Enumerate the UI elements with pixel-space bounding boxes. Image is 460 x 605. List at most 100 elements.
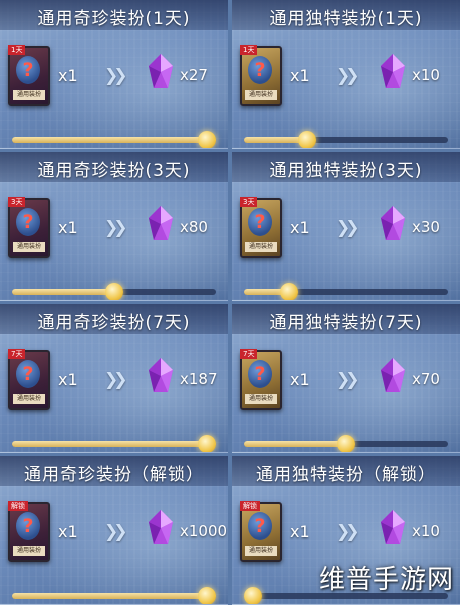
exchange-panel: 通用奇珍装扮(3天) 3天 ? 通用装扮 x1 ❯❯ x80	[0, 152, 228, 301]
crystal-reward-amount: x187	[180, 370, 218, 388]
purple-crystal-icon	[149, 510, 173, 544]
card-quantity: x1	[58, 66, 78, 85]
card-duration-tag: 7天	[240, 349, 258, 359]
quantity-slider[interactable]	[244, 435, 448, 452]
card-duration-tag: 3天	[8, 197, 26, 207]
slider-knob[interactable]	[298, 131, 317, 148]
slider-fill	[12, 441, 216, 447]
double-chevron-right-icon: ❯❯	[336, 66, 359, 86]
double-chevron-right-icon: ❯❯	[104, 522, 127, 542]
purple-crystal-icon	[381, 358, 405, 392]
question-mark-icon: ?	[248, 208, 272, 236]
card-label: 通用装扮	[245, 546, 277, 556]
quantity-slider[interactable]	[12, 587, 216, 604]
slider-knob[interactable]	[105, 283, 123, 300]
crystal-reward-amount: x10	[412, 522, 440, 540]
slider-knob[interactable]	[198, 587, 216, 604]
card-quantity: x1	[58, 370, 78, 389]
card-duration-tag: 7天	[8, 349, 26, 359]
panel-title: 通用独特装扮(7天)	[269, 313, 423, 333]
slider-fill	[12, 289, 114, 295]
purple-crystal-icon	[149, 358, 173, 392]
question-mark-icon: ?	[16, 512, 40, 540]
question-mark-icon: ?	[248, 360, 272, 388]
quantity-slider[interactable]	[244, 283, 448, 300]
slider-knob[interactable]	[279, 283, 298, 300]
card-quantity: x1	[290, 218, 310, 237]
site-watermark: 维普手游网	[318, 565, 454, 595]
slider-knob[interactable]	[198, 131, 216, 148]
panel-title-bar: 通用奇珍装扮（解锁）	[0, 456, 228, 486]
card-duration-tag: 解锁	[240, 501, 260, 511]
quantity-slider[interactable]	[12, 283, 216, 300]
quantity-slider[interactable]	[12, 435, 216, 452]
panel-title: 通用奇珍装扮（解锁）	[24, 465, 204, 485]
card-duration-tag: 3天	[240, 197, 258, 207]
panel-title: 通用独特装扮(3天)	[269, 161, 423, 181]
mystery-card-icon: 3天 ? 通用装扮	[240, 197, 282, 258]
mystery-card-icon: 3天 ? 通用装扮	[8, 197, 50, 258]
panel-title-bar: 通用独特装扮（解锁）	[232, 456, 460, 486]
slider-knob[interactable]	[198, 435, 216, 452]
card-quantity: x1	[58, 218, 78, 237]
exchange-panel: 通用独特装扮(7天) 7天 ? 通用装扮 x1 ❯❯ x70	[232, 304, 460, 453]
slider-fill	[12, 593, 216, 599]
double-chevron-right-icon: ❯❯	[104, 218, 127, 238]
slider-fill	[12, 137, 216, 143]
crystal-reward-amount: x70	[412, 370, 440, 388]
panel-title: 通用奇珍装扮(1天)	[37, 9, 191, 29]
card-label: 通用装扮	[13, 394, 45, 404]
panel-title-bar: 通用独特装扮(7天)	[232, 304, 460, 334]
mystery-card-icon: 7天 ? 通用装扮	[8, 349, 50, 410]
question-mark-icon: ?	[16, 208, 40, 236]
double-chevron-right-icon: ❯❯	[336, 370, 359, 390]
question-mark-icon: ?	[16, 360, 40, 388]
mystery-card-icon: 1天 ? 通用装扮	[8, 45, 50, 106]
card-quantity: x1	[58, 522, 78, 541]
card-label: 通用装扮	[245, 242, 277, 252]
panel-title-bar: 通用独特装扮(1天)	[232, 0, 460, 30]
card-label: 通用装扮	[13, 242, 45, 252]
double-chevron-right-icon: ❯❯	[336, 522, 359, 542]
crystal-reward-amount: x80	[180, 218, 208, 236]
question-mark-icon: ?	[248, 56, 272, 84]
mystery-card-icon: 解锁 ? 通用装扮	[240, 501, 282, 562]
quantity-slider[interactable]	[244, 131, 448, 148]
panel-title-bar: 通用奇珍装扮(3天)	[0, 152, 228, 182]
exchange-grid: 通用奇珍装扮(1天) 1天 ? 通用装扮 x1 ❯❯ x27 通用独特装扮(1天…	[0, 0, 460, 605]
card-duration-tag: 1天	[8, 45, 26, 55]
mystery-card-icon: 7天 ? 通用装扮	[240, 349, 282, 410]
exchange-panel: 通用奇珍装扮（解锁） 解锁 ? 通用装扮 x1 ❯❯ x1000	[0, 456, 228, 605]
double-chevron-right-icon: ❯❯	[104, 66, 127, 86]
panel-title-bar: 通用奇珍装扮(1天)	[0, 0, 228, 30]
purple-crystal-icon	[149, 54, 173, 88]
panel-title: 通用独特装扮（解锁）	[256, 465, 436, 485]
panel-title: 通用奇珍装扮(3天)	[37, 161, 191, 181]
exchange-panel: 通用独特装扮(1天) 1天 ? 通用装扮 x1 ❯❯ x10	[232, 0, 460, 149]
exchange-panel: 通用奇珍装扮(7天) 7天 ? 通用装扮 x1 ❯❯ x187	[0, 304, 228, 453]
mystery-card-icon: 解锁 ? 通用装扮	[8, 501, 50, 562]
slider-fill	[244, 441, 346, 447]
card-quantity: x1	[290, 370, 310, 389]
exchange-panel: 通用独特装扮(3天) 3天 ? 通用装扮 x1 ❯❯ x30	[232, 152, 460, 301]
double-chevron-right-icon: ❯❯	[104, 370, 127, 390]
purple-crystal-icon	[381, 54, 405, 88]
panel-title: 通用独特装扮(1天)	[269, 9, 423, 29]
panel-title-bar: 通用奇珍装扮(7天)	[0, 304, 228, 334]
crystal-reward-amount: x10	[412, 66, 440, 84]
purple-crystal-icon	[381, 510, 405, 544]
panel-title-bar: 通用独特装扮(3天)	[232, 152, 460, 182]
card-quantity: x1	[290, 522, 310, 541]
mystery-card-icon: 1天 ? 通用装扮	[240, 45, 282, 106]
quantity-slider[interactable]	[12, 131, 216, 148]
slider-knob[interactable]	[244, 587, 262, 604]
card-label: 通用装扮	[13, 90, 45, 100]
card-label: 通用装扮	[245, 90, 277, 100]
crystal-reward-amount: x1000	[180, 522, 228, 540]
card-duration-tag: 1天	[240, 45, 258, 55]
question-mark-icon: ?	[248, 512, 272, 540]
card-quantity: x1	[290, 66, 310, 85]
panel-title: 通用奇珍装扮(7天)	[37, 313, 191, 333]
exchange-panel: 通用奇珍装扮(1天) 1天 ? 通用装扮 x1 ❯❯ x27	[0, 0, 228, 149]
slider-knob[interactable]	[337, 435, 355, 452]
